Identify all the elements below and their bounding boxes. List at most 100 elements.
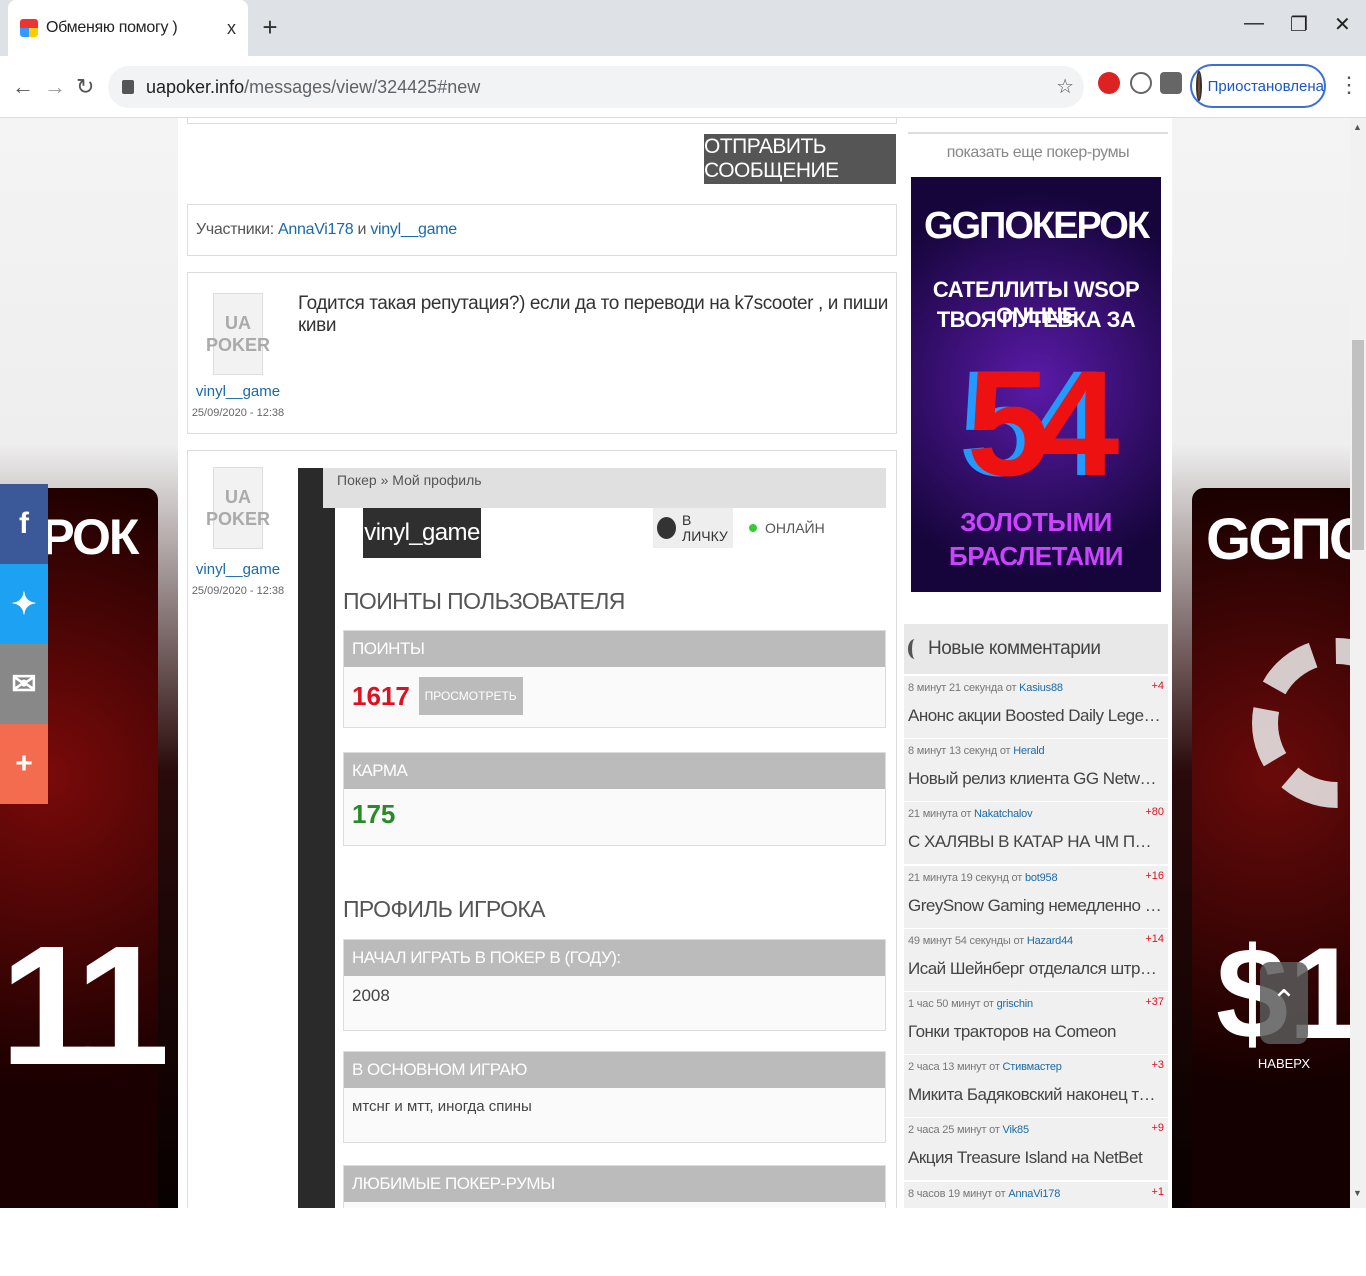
close-window-icon[interactable]: ✕ [1334,12,1351,37]
comment-user[interactable]: Kasius88 [1019,682,1063,694]
forward-icon[interactable]: → [44,74,66,100]
participant-link[interactable]: vinyl__game [370,221,457,238]
private-message-button[interactable]: В ЛИЧКУ [653,508,733,548]
started-value: 2008 [352,986,390,1005]
avatar-logo-bottom: POKER [206,509,271,529]
comment-score: +1 [1151,1185,1164,1198]
message-date: 25/09/2020 - 12:38 [191,407,285,419]
comment-item[interactable]: 8 минут 21 секунда от Kasius88 +4 Анонс ак… [904,676,1168,739]
menu-kebab-icon[interactable]: ⋮ [1338,72,1360,98]
comment-title[interactable]: Акция Treasure Island на NetBet [908,1148,1164,1168]
comment-title[interactable]: GreySnow Gaming немедленно прекращае... [908,896,1164,916]
private-message-label: В ЛИЧКУ [682,512,728,544]
bookmark-star-icon[interactable]: ☆ [1056,74,1074,99]
comment-title[interactable]: Новый релиз клиента GG Network: наноста.… [908,769,1164,789]
back-to-top-label[interactable]: НАВЕРХ [1250,1056,1318,1071]
scroll-thumb[interactable] [1352,340,1364,550]
user-avatar[interactable]: UA POKER [206,467,270,549]
tab-title: Обменяю помогу ) [46,19,178,36]
comment-title[interactable]: Гонки тракторов на Comeon [908,1022,1164,1042]
comment-score: +9 [1151,1122,1164,1135]
comment-user[interactable]: Vik85 [1003,1124,1030,1136]
new-tab-button[interactable]: + [258,12,282,43]
poker-chip-icon [1252,638,1350,808]
comment-meta: 2 часа 13 минут от Стивмастер [908,1061,1062,1074]
points-header: ПОИНТЫ [344,631,885,667]
scroll-down-icon[interactable]: ▼ [1353,1188,1362,1198]
ad-number: 54 [966,339,1120,507]
address-bar[interactable]: uapoker.info/messages/view/324425#new ☆ [108,66,1084,108]
comment-score: +3 [1151,1059,1164,1072]
karma-field: КАРМА 175 [343,752,886,846]
comment-title[interactable]: Исай Шейнберг отделался штрафом [908,959,1164,979]
main-content: ОТПРАВИТЬ СООБЩЕНИЕ Участники: AnnaVi178… [178,118,904,1208]
comment-meta: 21 минута от Nakatchalov [908,808,1033,821]
ad-line: ЗОЛОТЫМИ [960,507,1112,537]
extensions-puzzle-icon[interactable] [1160,72,1182,94]
send-message-button[interactable]: ОТПРАВИТЬ СООБЩЕНИЕ [704,134,896,184]
comment-title[interactable]: Микита Бадяковский наконец то выиграл с.… [908,1085,1164,1105]
comment-title[interactable]: С ХАЛЯВЫ В КАТАР НА ЧМ ПО ФУТБОЛУ ... [908,832,1164,852]
comment-user[interactable]: Стивмастер [1003,1061,1062,1073]
participant-link[interactable]: AnnaVi178 [278,221,354,238]
comment-item[interactable]: 49 минут 54 секунды от Hazard44 +14 Исай Ш… [904,928,1168,992]
comment-item[interactable]: 21 минута 19 секунд от bot958 +16 GreySnow… [904,865,1168,929]
comment-user[interactable]: Hazard44 [1027,935,1073,947]
comment-meta: 8 часов 19 минут от AnnaVi178 [908,1187,1061,1200]
points-value: 1617 [352,680,410,711]
back-icon[interactable]: ← [12,74,34,100]
scrollbar[interactable]: ▲ ▼ [1350,118,1366,1208]
comment-user[interactable]: Nakatchalov [974,808,1033,820]
profile-screenshot: Покер » Мой профиль vinyl_game В ЛИЧКУ О… [298,468,886,1208]
comment-title[interactable]: Анонс акции Boosted Daily Legends на par… [908,706,1164,726]
comment-user[interactable]: Herald [1013,745,1044,757]
tab-close-button[interactable]: x [227,18,236,39]
online-dot-icon [749,524,757,532]
facebook-icon[interactable]: f [0,484,48,564]
minimize-icon[interactable]: — [1244,12,1264,35]
plus-icon[interactable]: + [0,724,48,804]
comment-item[interactable]: 2 часа 13 минут от Стивмастер +3 Микита Ба… [904,1055,1168,1119]
view-points-button[interactable]: ПРОСМОТРЕТЬ [418,677,523,715]
browser-tab[interactable]: Обменяю помогу ) x [8,0,248,56]
sidebar: показать еще покер-румы GGПОКЕРОК САТЕЛЛ… [904,118,1172,1208]
more-rooms-link[interactable]: показать еще покер-румы [904,144,1172,162]
rooms-field: ЛЮБИМЫЕ ПОКЕР-РУМЫ [343,1165,886,1208]
maximize-icon[interactable]: ❐ [1290,12,1308,37]
online-label: ОНЛАЙН [765,520,825,536]
shield-icon[interactable] [1130,72,1152,94]
adblock-icon[interactable] [1098,72,1120,94]
right-ad-banner[interactable]: GGПО $1 [1192,488,1350,1208]
comment-item[interactable]: 1 час 50 минут от grischin +37 Гонки тракт… [904,992,1168,1055]
user-avatar[interactable]: UA POKER [206,293,270,375]
comment-item[interactable]: 8 часов 19 минут от AnnaVi178 +1 [904,1181,1168,1208]
comment-meta: 1 час 50 минут от grischin [908,998,1033,1010]
scroll-up-icon[interactable]: ▲ [1353,122,1362,132]
share-bar: f ✦ ✉ + [0,484,48,804]
mainly-header: В ОСНОВНОМ ИГРАЮ [344,1052,885,1088]
comment-user[interactable]: grischin [997,998,1034,1010]
reply-textarea-edge[interactable] [187,118,897,124]
comment-user[interactable]: bot958 [1025,872,1058,884]
comment-user[interactable]: AnnaVi178 [1008,1188,1060,1200]
right-banner-text: GGПО [1206,507,1350,572]
back-to-top-button[interactable]: ⌃ [1260,962,1308,1044]
ad-line: ТВОЯ ПУТЕВКА ЗА [936,307,1136,332]
lock-icon [122,80,134,94]
comment-item[interactable]: 8 минут 13 секунд от Herald Новый релиз к… [904,739,1168,803]
twitter-icon[interactable]: ✦ [0,564,48,644]
email-icon[interactable]: ✉ [0,644,48,724]
profile-button[interactable]: Приостановлена [1190,64,1326,108]
sidebar-ad-banner[interactable]: GGПОКЕРОК САТЕЛЛИТЫ WSOP ONLINE ТВОЯ ПУТ… [911,177,1161,592]
comment-score: +37 [1145,996,1164,1008]
message-author[interactable]: vinyl__game [188,561,288,578]
player-section-title: ПРОФИЛЬ ИГРОКА [343,896,546,922]
message-author[interactable]: vinyl__game [188,383,288,400]
comment-item[interactable]: 21 минута от Nakatchalov +80 С ХАЛЯВЫ В КА… [904,802,1168,866]
comment-item[interactable]: 2 часа 25 минут от Vik85 +9 Акция Treasure… [904,1118,1168,1182]
avatar [1196,71,1202,101]
rooms-header: ЛЮБИМЫЕ ПОКЕР-РУМЫ [344,1166,885,1202]
favicon-icon [20,19,38,37]
reload-icon[interactable]: ↻ [76,74,94,100]
points-row: 1617 ПРОСМОТРЕТЬ [344,667,885,725]
